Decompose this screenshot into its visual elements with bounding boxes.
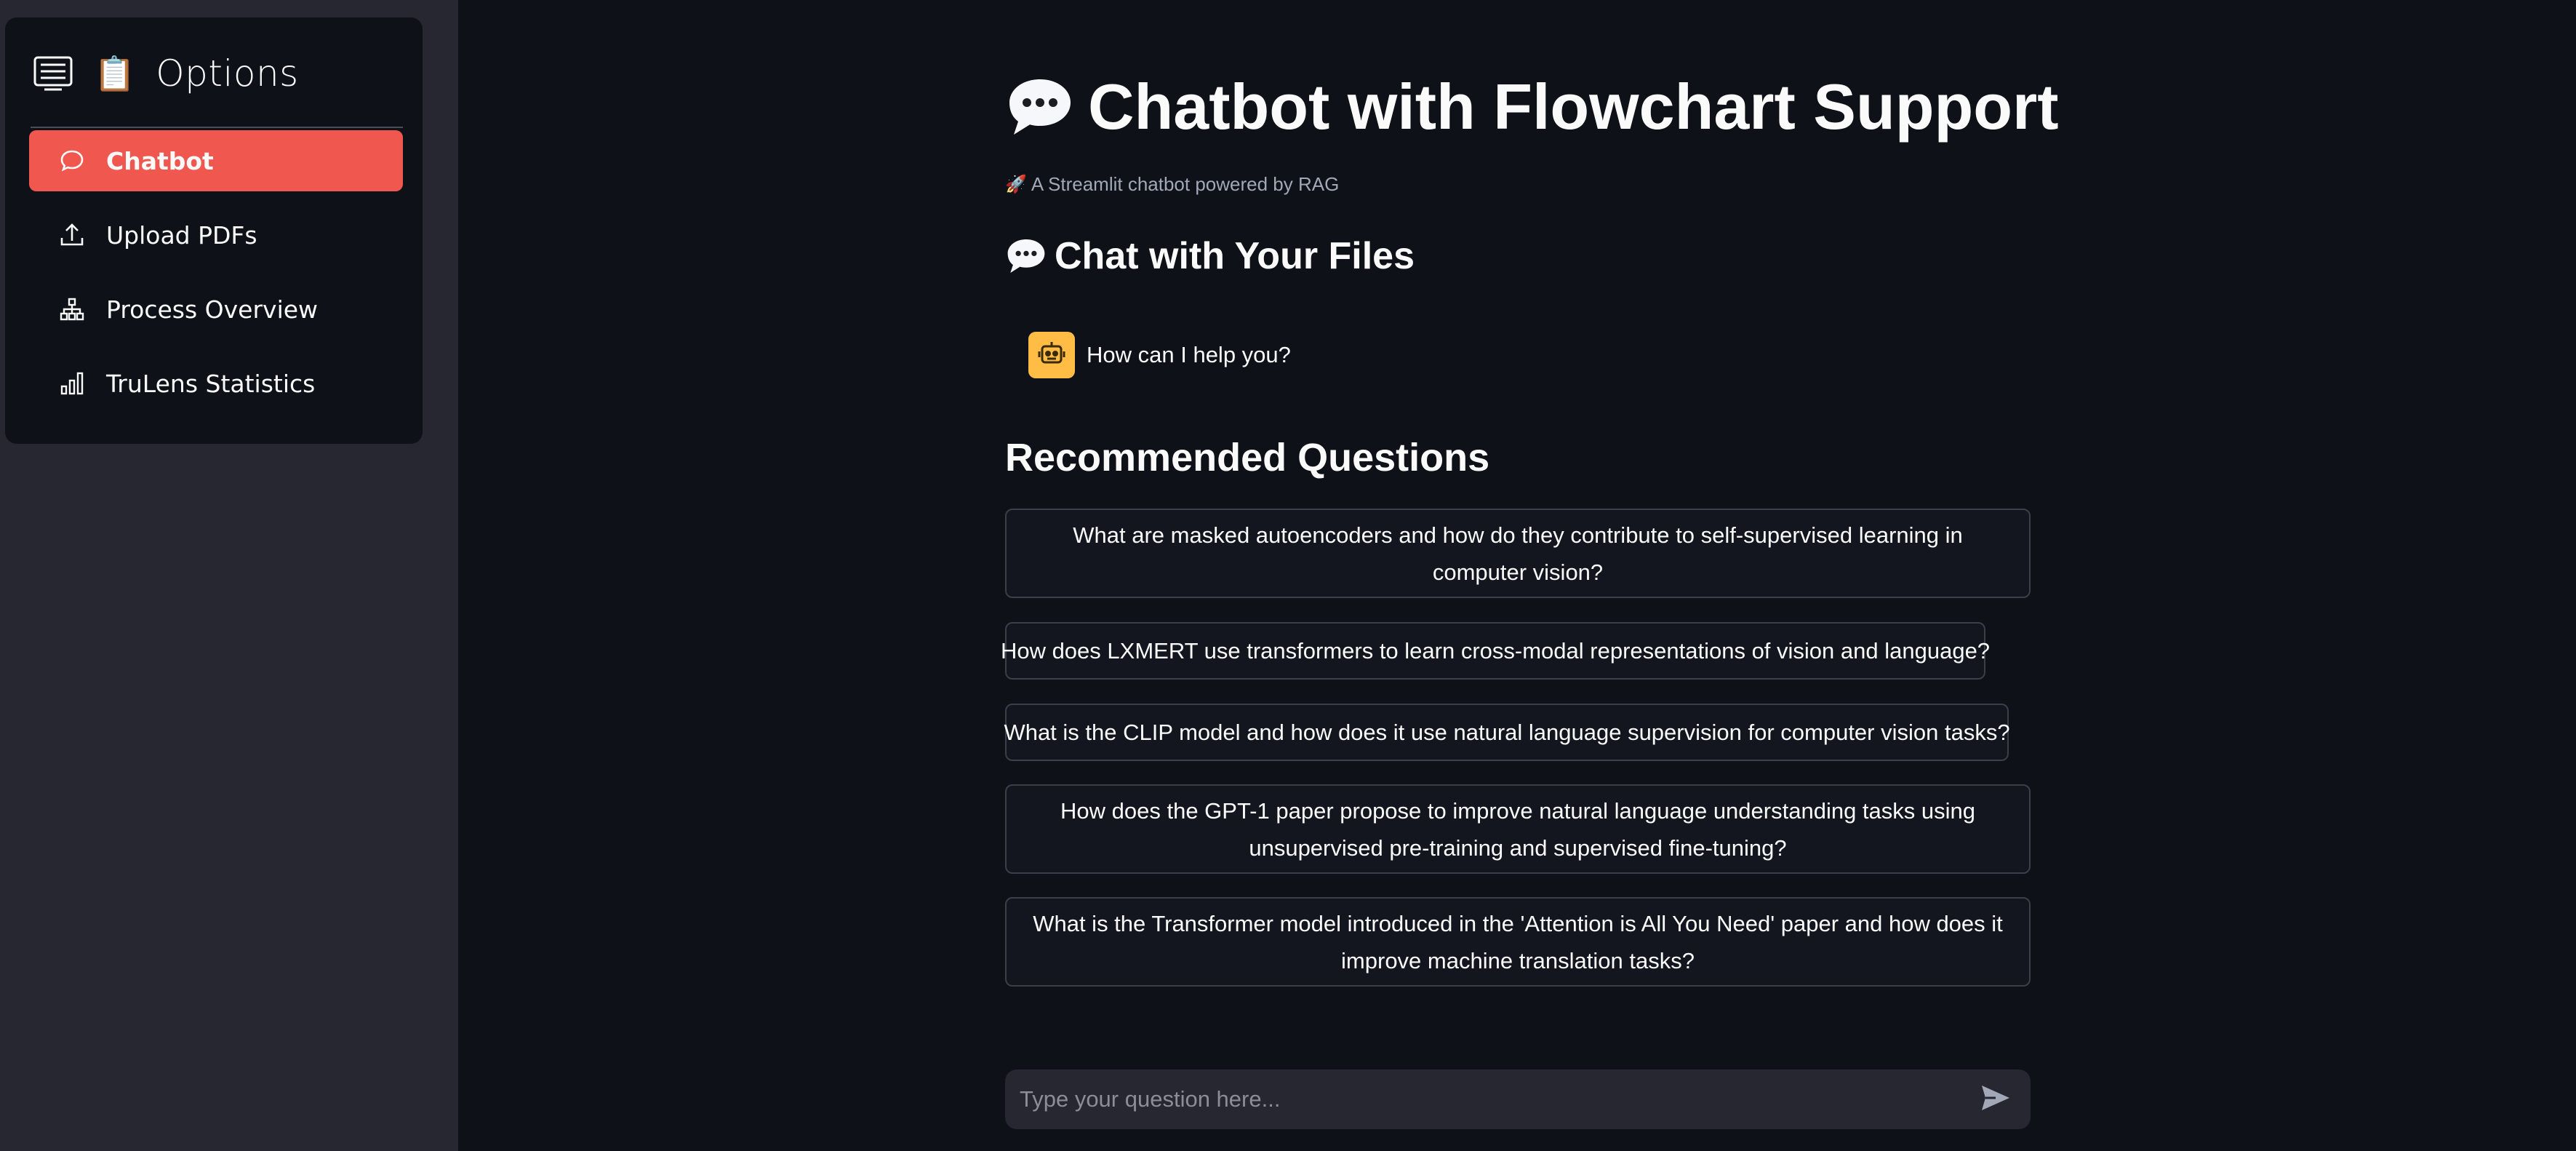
bot-avatar [1028,332,1075,378]
diagram-icon [57,294,87,324]
chat-input-container [1005,1070,2031,1129]
clipboard-emoji: 📋 [94,53,136,93]
speech-bubble-icon [1005,236,1047,276]
list-icon [33,53,73,94]
robot-icon [1038,340,1065,370]
app: 📋 Options Chatbot Upload PDFs Process Ov… [0,0,2576,1151]
rocket-emoji: 🚀 [1005,175,1027,194]
sidebar-item-upload-pdfs[interactable]: Upload PDFs [29,204,403,266]
sidebar-item-process-overview[interactable]: Process Overview [29,279,403,340]
bar-chart-icon [57,368,87,399]
chat-bubble-icon [57,146,87,176]
speech-bubble-icon [1005,75,1075,139]
upload-icon [57,220,87,250]
question-button[interactable]: What is the Transformer model introduced… [1005,897,2031,987]
option-menu: 📋 Options Chatbot Upload PDFs Process Ov… [5,17,423,444]
sidebar: 📋 Options Chatbot Upload PDFs Process Ov… [0,0,458,1151]
caption-text: A Streamlit chatbot powered by RAG [1031,173,1340,195]
sidebar-item-trulens-statistics[interactable]: TruLens Statistics [29,353,403,414]
sidebar-item-label: TruLens Statistics [106,369,316,398]
menu-divider [31,127,403,128]
sidebar-item-label: Upload PDFs [106,220,257,250]
menu-header: 📋 Options [33,41,404,106]
sidebar-item-label: Process Overview [106,295,319,324]
assistant-message-text: How can I help you? [1087,342,1291,367]
caption: 🚀 A Streamlit chatbot powered by RAG [1005,173,1339,196]
send-button[interactable] [1974,1078,2017,1121]
question-button[interactable]: How does LXMERT use transformers to lear… [1001,622,1990,680]
chat-section-title-text: Chat with Your Files [1055,235,1415,277]
menu-title: Options [156,52,299,95]
chat-input[interactable] [1018,1086,1974,1113]
main-content: Chatbot with Flowchart Support 🚀 A Strea… [458,0,2576,1151]
question-button[interactable]: How does the GPT-1 paper propose to impr… [1005,784,2031,874]
assistant-message: How can I help you? [1028,332,1291,378]
question-button[interactable]: What are masked autoencoders and how do … [1005,509,2031,598]
sidebar-item-label: Chatbot [106,146,214,175]
page-title-text: Chatbot with Flowchart Support [1088,71,2059,143]
recommended-questions-title: Recommended Questions [1005,436,1490,479]
page-title: Chatbot with Flowchart Support [1005,67,2059,147]
question-button[interactable]: What is the CLIP model and how does it u… [1004,704,2010,761]
sidebar-item-chatbot[interactable]: Chatbot [29,130,403,191]
chat-section-title: Chat with Your Files [1005,234,1415,278]
send-icon [1980,1084,2011,1115]
